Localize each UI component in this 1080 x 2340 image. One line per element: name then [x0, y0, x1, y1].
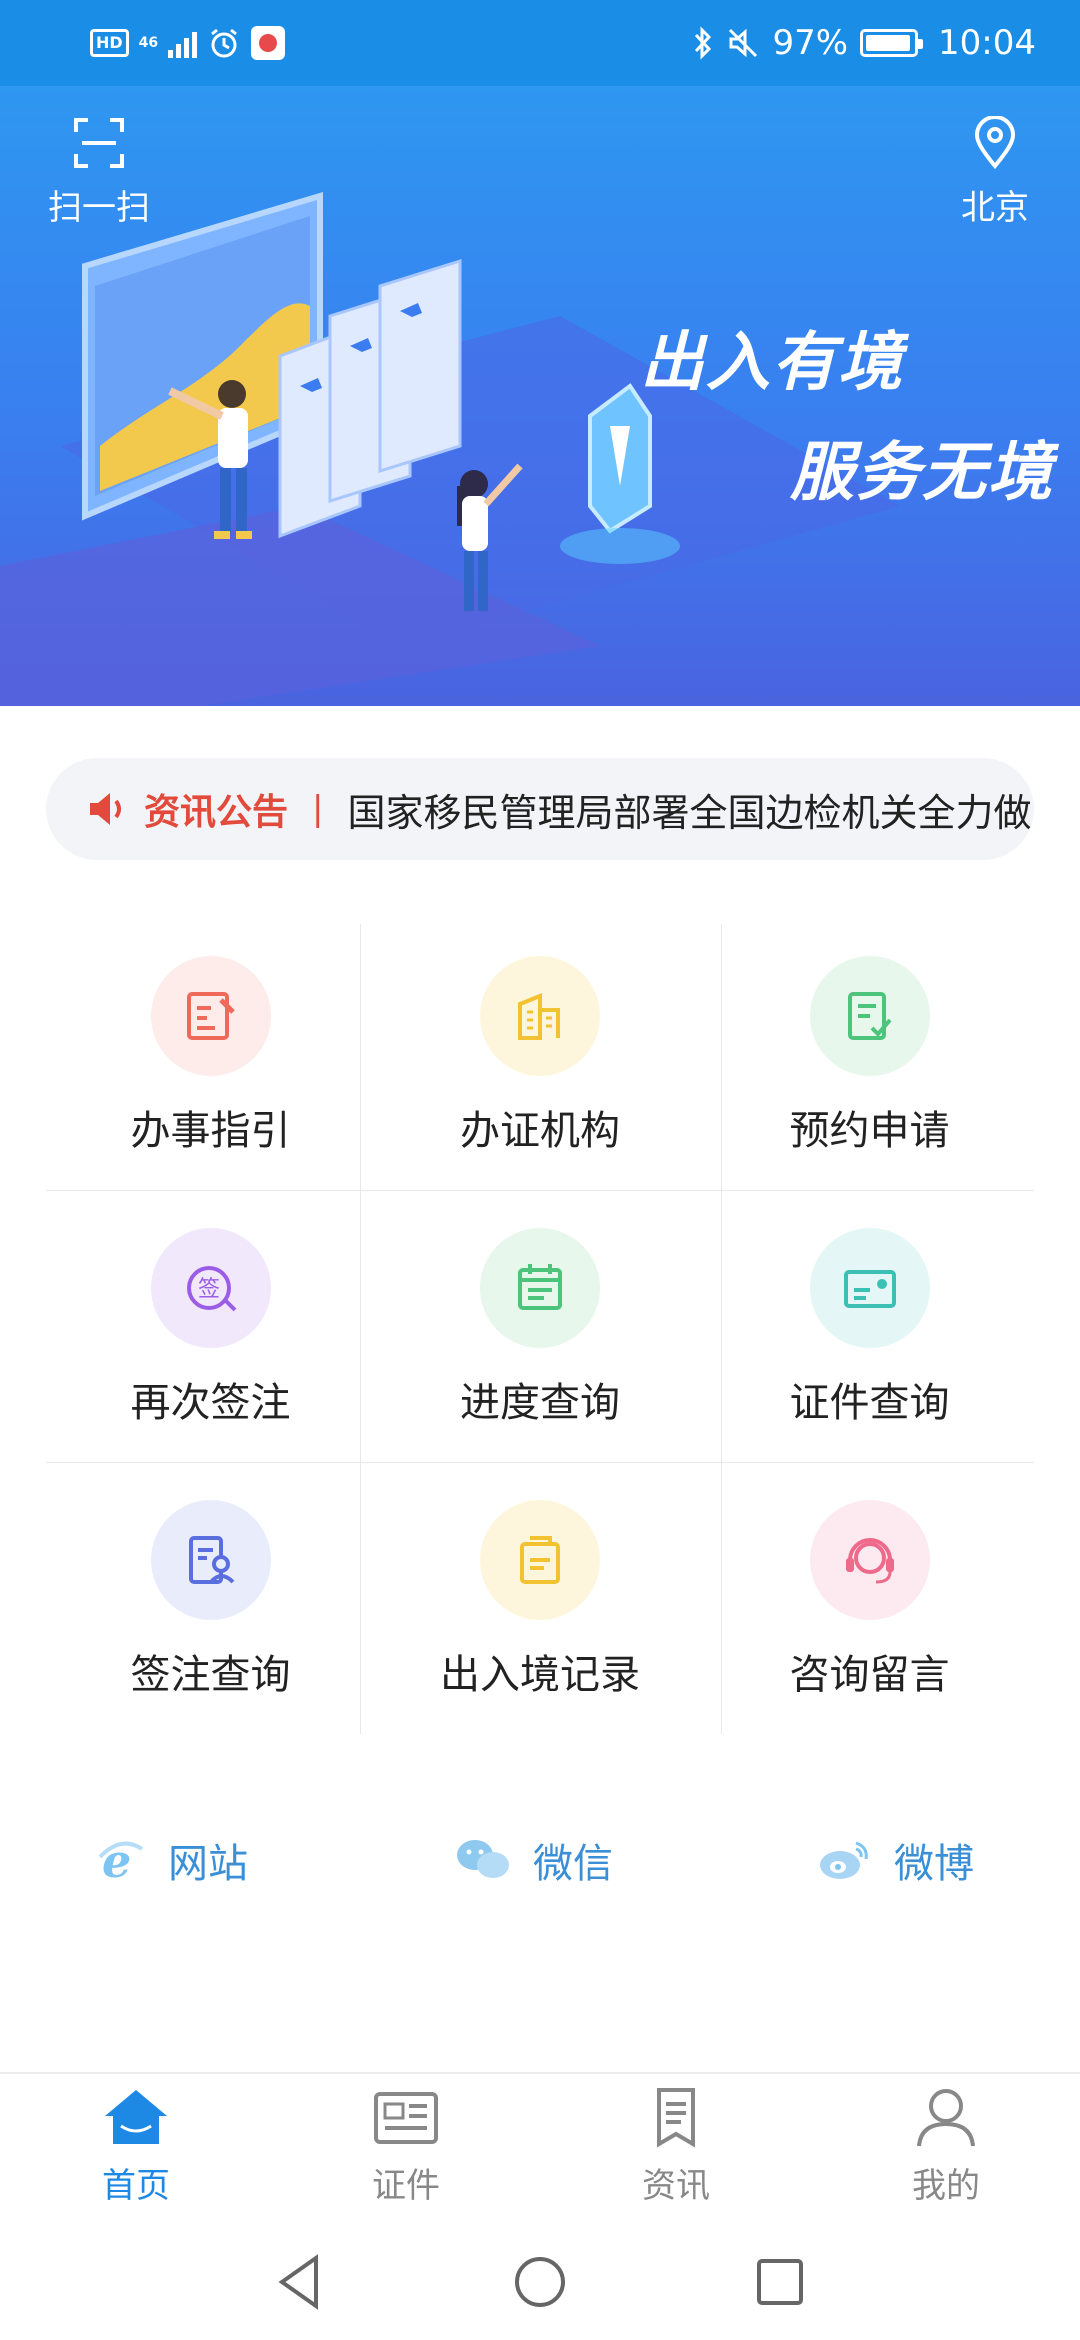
appointment-icon — [809, 956, 930, 1076]
headset-icon — [809, 1500, 930, 1620]
service-id-query[interactable]: 证件查询 — [705, 1196, 1034, 1466]
scan-button[interactable]: 扫一扫 — [44, 116, 154, 229]
calendar-icon — [480, 1228, 600, 1348]
alarm-icon — [211, 28, 238, 58]
tab-label: 证件 — [372, 2166, 440, 2206]
banner-slogan-2: 服务无境 — [790, 436, 1054, 510]
hero-banner[interactable]: 扫一扫 北京 出入有境 服务无境 — [0, 86, 1080, 706]
network-indicator: 46 — [138, 35, 159, 51]
service-label: 进度查询 — [460, 1380, 620, 1426]
website-link[interactable]: e 网站 — [96, 1820, 248, 1900]
wechat-link[interactable]: 微信 — [455, 1820, 613, 1900]
service-label: 咨询留言 — [789, 1652, 950, 1698]
tab-label: 资讯 — [642, 2166, 710, 2206]
scan-label: 扫一扫 — [48, 188, 150, 228]
location-button[interactable]: 北京 — [950, 115, 1040, 229]
service-label: 证件查询 — [789, 1380, 950, 1426]
tab-news[interactable]: 资讯 — [586, 2086, 766, 2207]
tab-profile[interactable]: 我的 — [856, 2086, 1036, 2207]
service-visa-query[interactable]: 签注查询 — [46, 1468, 375, 1738]
mute-icon — [729, 28, 758, 58]
ie-browser-icon: e — [98, 1835, 144, 1885]
banner-slogan-1: 出入有境 — [640, 326, 904, 400]
weibo-link[interactable]: 微博 — [816, 1820, 974, 1900]
service-re-endorse[interactable]: 签 再次签注 — [46, 1196, 375, 1466]
location-pin-icon — [974, 115, 1016, 170]
wechat-icon — [457, 1840, 509, 1878]
tab-label: 我的 — [912, 2166, 980, 2206]
service-entry-exit-records[interactable]: 出入境记录 — [375, 1468, 705, 1738]
weibo-icon — [820, 1841, 868, 1879]
service-consult[interactable]: 咨询留言 — [705, 1468, 1034, 1738]
document-icon — [374, 2092, 438, 2144]
service-label: 签注查询 — [130, 1652, 291, 1698]
wechat-label: 微信 — [533, 1841, 613, 1887]
service-grid: 办事指引 办证机构 预约申请 签 再次签注 进度查询 证件查询 签注查询 出入境… — [46, 924, 1034, 1734]
service-label: 再次签注 — [130, 1380, 291, 1426]
profile-icon — [917, 2089, 975, 2147]
building-icon — [480, 956, 600, 1076]
bottom-nav: 首页 证件 资讯 我的 — [0, 2072, 1080, 2222]
tab-home[interactable]: 首页 — [46, 2086, 226, 2207]
clock: 10:04 — [938, 23, 1036, 63]
svg-text:签: 签 — [197, 1277, 219, 1302]
service-progress[interactable]: 进度查询 — [375, 1196, 705, 1466]
notice-bar[interactable]: 资讯公告 | 国家移民管理局部署全国边检机关全力做 — [46, 758, 1034, 860]
notice-tag: 资讯公告 — [144, 792, 289, 833]
signal-icon — [168, 28, 198, 58]
service-agencies[interactable]: 办证机构 — [375, 924, 705, 1194]
banner-illustration — [0, 191, 900, 706]
home-icon — [105, 2090, 167, 2144]
service-label: 办事指引 — [130, 1108, 291, 1154]
external-links: e 网站 微信 微博 — [0, 1820, 1080, 1900]
app-notification-icon — [251, 26, 286, 60]
speaker-icon — [90, 793, 121, 825]
service-label: 办证机构 — [460, 1108, 620, 1154]
news-icon — [657, 2088, 695, 2148]
hd-icon: HD — [90, 29, 129, 57]
tab-documents[interactable]: 证件 — [316, 2086, 496, 2207]
folder-icon — [480, 1500, 600, 1620]
status-bar: HD 46 97% 10:04 — [0, 0, 1080, 86]
endorse-icon: 签 — [150, 1228, 271, 1348]
id-card-icon — [809, 1228, 930, 1348]
back-icon[interactable] — [270, 2252, 330, 2312]
service-label: 预约申请 — [789, 1108, 950, 1154]
recents-icon[interactable] — [750, 2252, 810, 2312]
location-label: 北京 — [961, 188, 1029, 228]
scan-icon — [74, 118, 124, 168]
tab-label: 首页 — [102, 2166, 170, 2206]
visa-query-icon — [150, 1500, 271, 1620]
service-label: 出入境记录 — [440, 1652, 640, 1698]
notice-separator: | — [312, 789, 324, 829]
guide-icon — [150, 956, 271, 1076]
service-guide[interactable]: 办事指引 — [46, 924, 375, 1194]
weibo-label: 微博 — [894, 1841, 974, 1887]
bluetooth-icon — [695, 26, 712, 60]
home-circle-icon[interactable] — [510, 2252, 570, 2312]
notice-text[interactable]: 国家移民管理局部署全国边检机关全力做 — [347, 782, 1031, 837]
service-appointment[interactable]: 预约申请 — [705, 924, 1034, 1194]
website-label: 网站 — [168, 1841, 248, 1887]
battery-icon — [860, 29, 924, 57]
system-nav-bar — [0, 2222, 1080, 2340]
battery-percent: 97% — [772, 23, 849, 63]
